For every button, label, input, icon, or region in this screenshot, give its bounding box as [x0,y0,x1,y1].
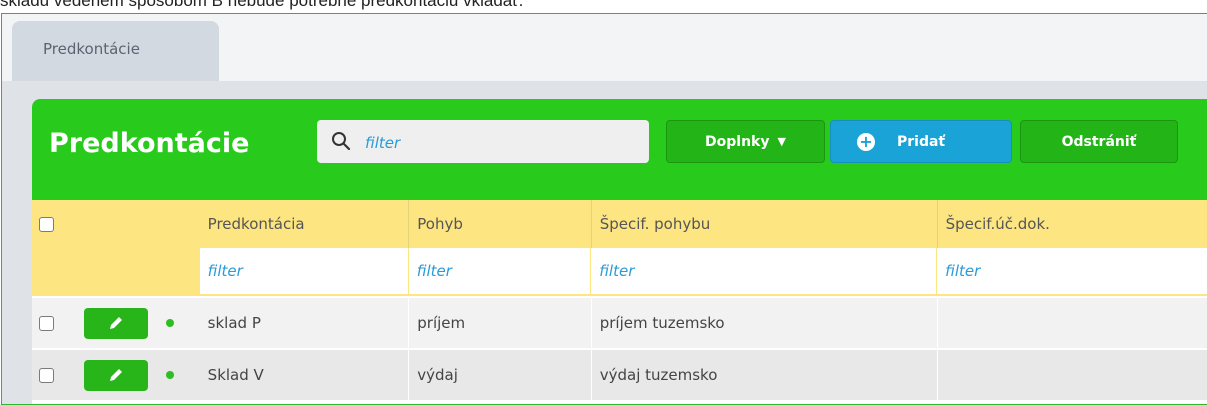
table-row: Sklad V výdaj výdaj tuzemsko [32,348,1207,400]
column-filter-predkontacia[interactable]: filter [199,248,409,297]
edit-button[interactable] [83,307,148,339]
cell-specif-uc-dok [936,348,1207,400]
cell-predkontacia: sklad P [199,296,409,349]
table-header-row: Predkontácia Pohyb Špecif. pohybu Špecif… [32,200,1207,248]
table-row: sklad P príjem príjem tuzemsko [32,296,1207,349]
predkontacie-panel: Predkontácie Doplnky ▼ + Pridať Odstráni… [32,99,1207,404]
doplnky-label: Doplnky [705,133,770,150]
pridat-button[interactable]: + Pridať [830,120,1012,163]
column-filter-specif-pohybu[interactable]: filter [591,248,938,297]
panel-header: Predkontácie Doplnky ▼ + Pridať Odstráni… [32,99,1207,200]
edit-button[interactable] [83,359,148,391]
column-header[interactable]: Predkontácia [199,200,409,248]
pridat-label: Pridať [897,133,946,150]
column-header[interactable]: Špecif.úč.dok. [936,200,1207,248]
cell-predkontacia: Sklad V [199,348,409,400]
predkontacie-table: Predkontácia Pohyb Špecif. pohybu Špecif… [32,200,1207,400]
row-actions-cell [32,348,200,400]
table-filter-row: filter filter filter filter [32,248,1207,297]
status-dot-icon [165,319,174,327]
tab-predkontacie[interactable]: Predkontácie [12,21,219,81]
search-input[interactable] [363,120,637,165]
row-actions-cell [32,296,200,349]
cell-pohyb: príjem [408,296,592,349]
app-frame: Predkontácie Predkontácie Doplnky ▼ + Pr… [1,13,1207,405]
cell-pohyb: výdaj [408,348,592,400]
tab-bar: Predkontácie [2,14,1207,81]
search-box[interactable] [317,120,649,165]
odstranit-label: Odstrániť [1061,133,1137,150]
filter-spacer [32,248,200,297]
row-checkbox[interactable] [39,367,54,383]
cell-specif-uc-dok [936,296,1207,349]
column-header[interactable]: Pohyb [408,200,592,248]
caret-down-icon: ▼ [777,135,786,148]
column-header[interactable]: Špecif. pohybu [590,200,938,248]
cell-specif-pohybu: príjem tuzemsko [590,296,938,349]
search-icon [332,132,351,151]
intro-text: skladu vedeném spôsobom B nebude potrebn… [0,0,524,10]
doplnky-dropdown-button[interactable]: Doplnky ▼ [666,120,825,163]
plus-circle-icon: + [857,132,875,151]
select-all-checkbox[interactable] [39,217,54,232]
column-filter-specif-uc-dok[interactable]: filter [937,248,1207,297]
status-dot-icon [165,371,174,379]
column-filter-pohyb[interactable]: filter [408,248,592,297]
cell-specif-pohybu: výdaj tuzemsko [590,348,938,400]
header-select-cell [32,200,200,248]
odstranit-button[interactable]: Odstrániť [1020,120,1178,163]
pencil-icon [109,317,122,329]
row-checkbox[interactable] [39,315,54,331]
pencil-icon [109,369,122,381]
panel-title: Predkontácie [49,128,250,159]
